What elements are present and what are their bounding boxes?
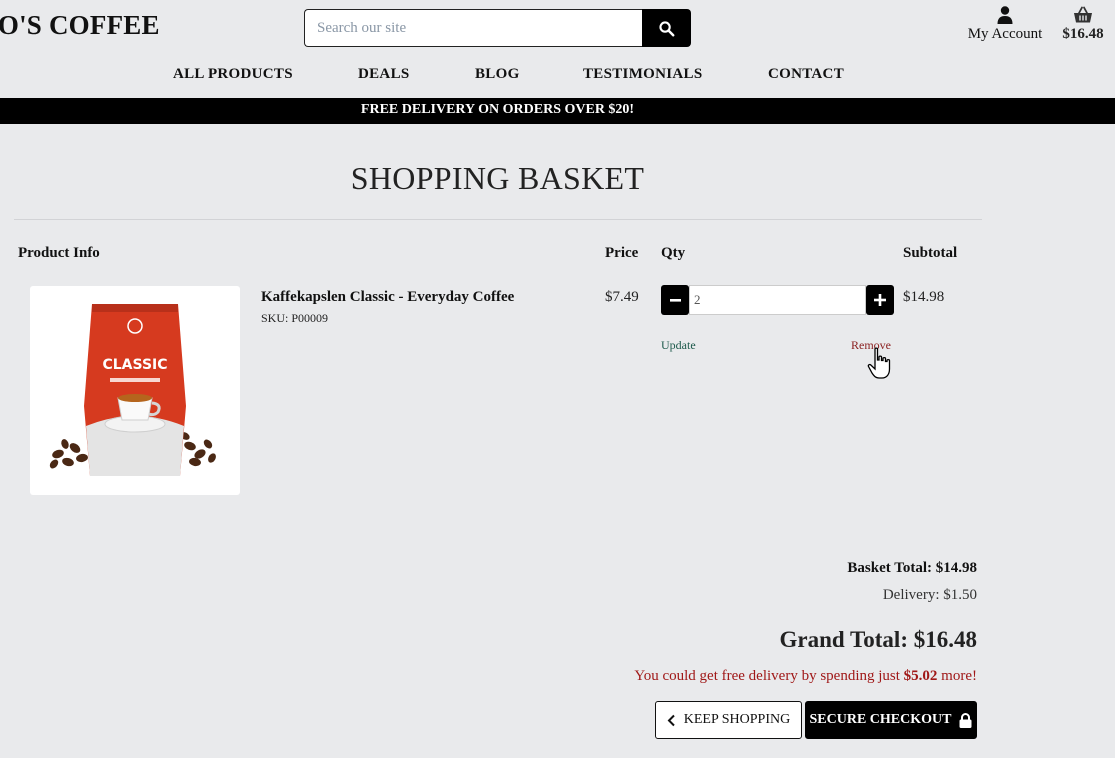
- secure-checkout-label: SECURE CHECKOUT: [809, 712, 952, 727]
- nav-blog[interactable]: BLOG: [475, 66, 520, 83]
- basket-icon: [1074, 6, 1092, 23]
- grand-total: Grand Total: $16.48: [779, 627, 977, 652]
- search-input[interactable]: [304, 9, 642, 47]
- free-msg-suffix: more!: [937, 668, 977, 684]
- nav-testimonials[interactable]: TESTIMONIALS: [583, 66, 702, 83]
- free-delivery-message: You could get free delivery by spending …: [634, 668, 977, 685]
- nav-deals[interactable]: DEALS: [358, 66, 410, 83]
- main-nav: ALL PRODUCTS DEALS BLOG TESTIMONIALS CON…: [0, 66, 1115, 88]
- quantity-input[interactable]: [689, 285, 866, 315]
- lock-icon: [959, 712, 972, 728]
- header-price: Price: [605, 245, 639, 261]
- delivery-banner: FREE DELIVERY ON ORDERS OVER $20!: [0, 98, 1115, 124]
- decrement-button[interactable]: [661, 285, 689, 315]
- product-subtotal: $14.98: [903, 289, 945, 305]
- free-msg-amount: $5.02: [903, 668, 938, 684]
- search-button[interactable]: [642, 9, 691, 47]
- my-account-link[interactable]: My Account: [962, 6, 1048, 43]
- my-account-label: My Account: [967, 26, 1043, 42]
- basket-total: Basket Total: $14.98: [847, 560, 977, 576]
- product-image: CLASSIC: [30, 286, 240, 495]
- pointer-cursor-icon: [867, 347, 891, 379]
- keep-shopping-button[interactable]: KEEP SHOPPING: [655, 701, 802, 739]
- product-price: $7.49: [605, 289, 639, 305]
- free-msg-prefix: You could get free delivery by spending …: [634, 668, 904, 684]
- nav-all-products[interactable]: ALL PRODUCTS: [173, 66, 293, 83]
- header-qty: Qty: [661, 245, 686, 261]
- user-icon: [997, 6, 1013, 24]
- minus-icon: [669, 298, 681, 302]
- site-logo[interactable]: GIO'S COFFEE: [0, 10, 160, 41]
- header-subtotal: Subtotal: [903, 245, 958, 261]
- quantity-stepper: [661, 285, 894, 316]
- page-title: SHOPPING BASKET: [350, 160, 645, 196]
- basket-link[interactable]: $16.48: [1058, 6, 1108, 43]
- keep-shopping-label: KEEP SHOPPING: [683, 712, 791, 727]
- product-name[interactable]: Kaffekapslen Classic - Everyday Coffee: [261, 289, 514, 306]
- update-link[interactable]: Update: [661, 338, 696, 353]
- increment-button[interactable]: [866, 285, 894, 315]
- delivery-cost: Delivery: $1.50: [882, 587, 977, 603]
- nav-contact[interactable]: CONTACT: [768, 66, 844, 83]
- divider: [14, 219, 982, 220]
- search-icon: [659, 20, 675, 36]
- search-form: [304, 9, 691, 47]
- header-product-info: Product Info: [18, 245, 100, 261]
- basket-amount: $16.48: [1062, 26, 1104, 42]
- secure-checkout-button[interactable]: SECURE CHECKOUT: [805, 701, 977, 739]
- product-sku: SKU: P00009: [261, 311, 329, 325]
- plus-icon: [874, 294, 886, 306]
- logo-container[interactable]: GIO'S COFFEE: [0, 0, 200, 50]
- bag-label: CLASSIC: [102, 357, 167, 373]
- chevron-left-icon: [667, 714, 675, 726]
